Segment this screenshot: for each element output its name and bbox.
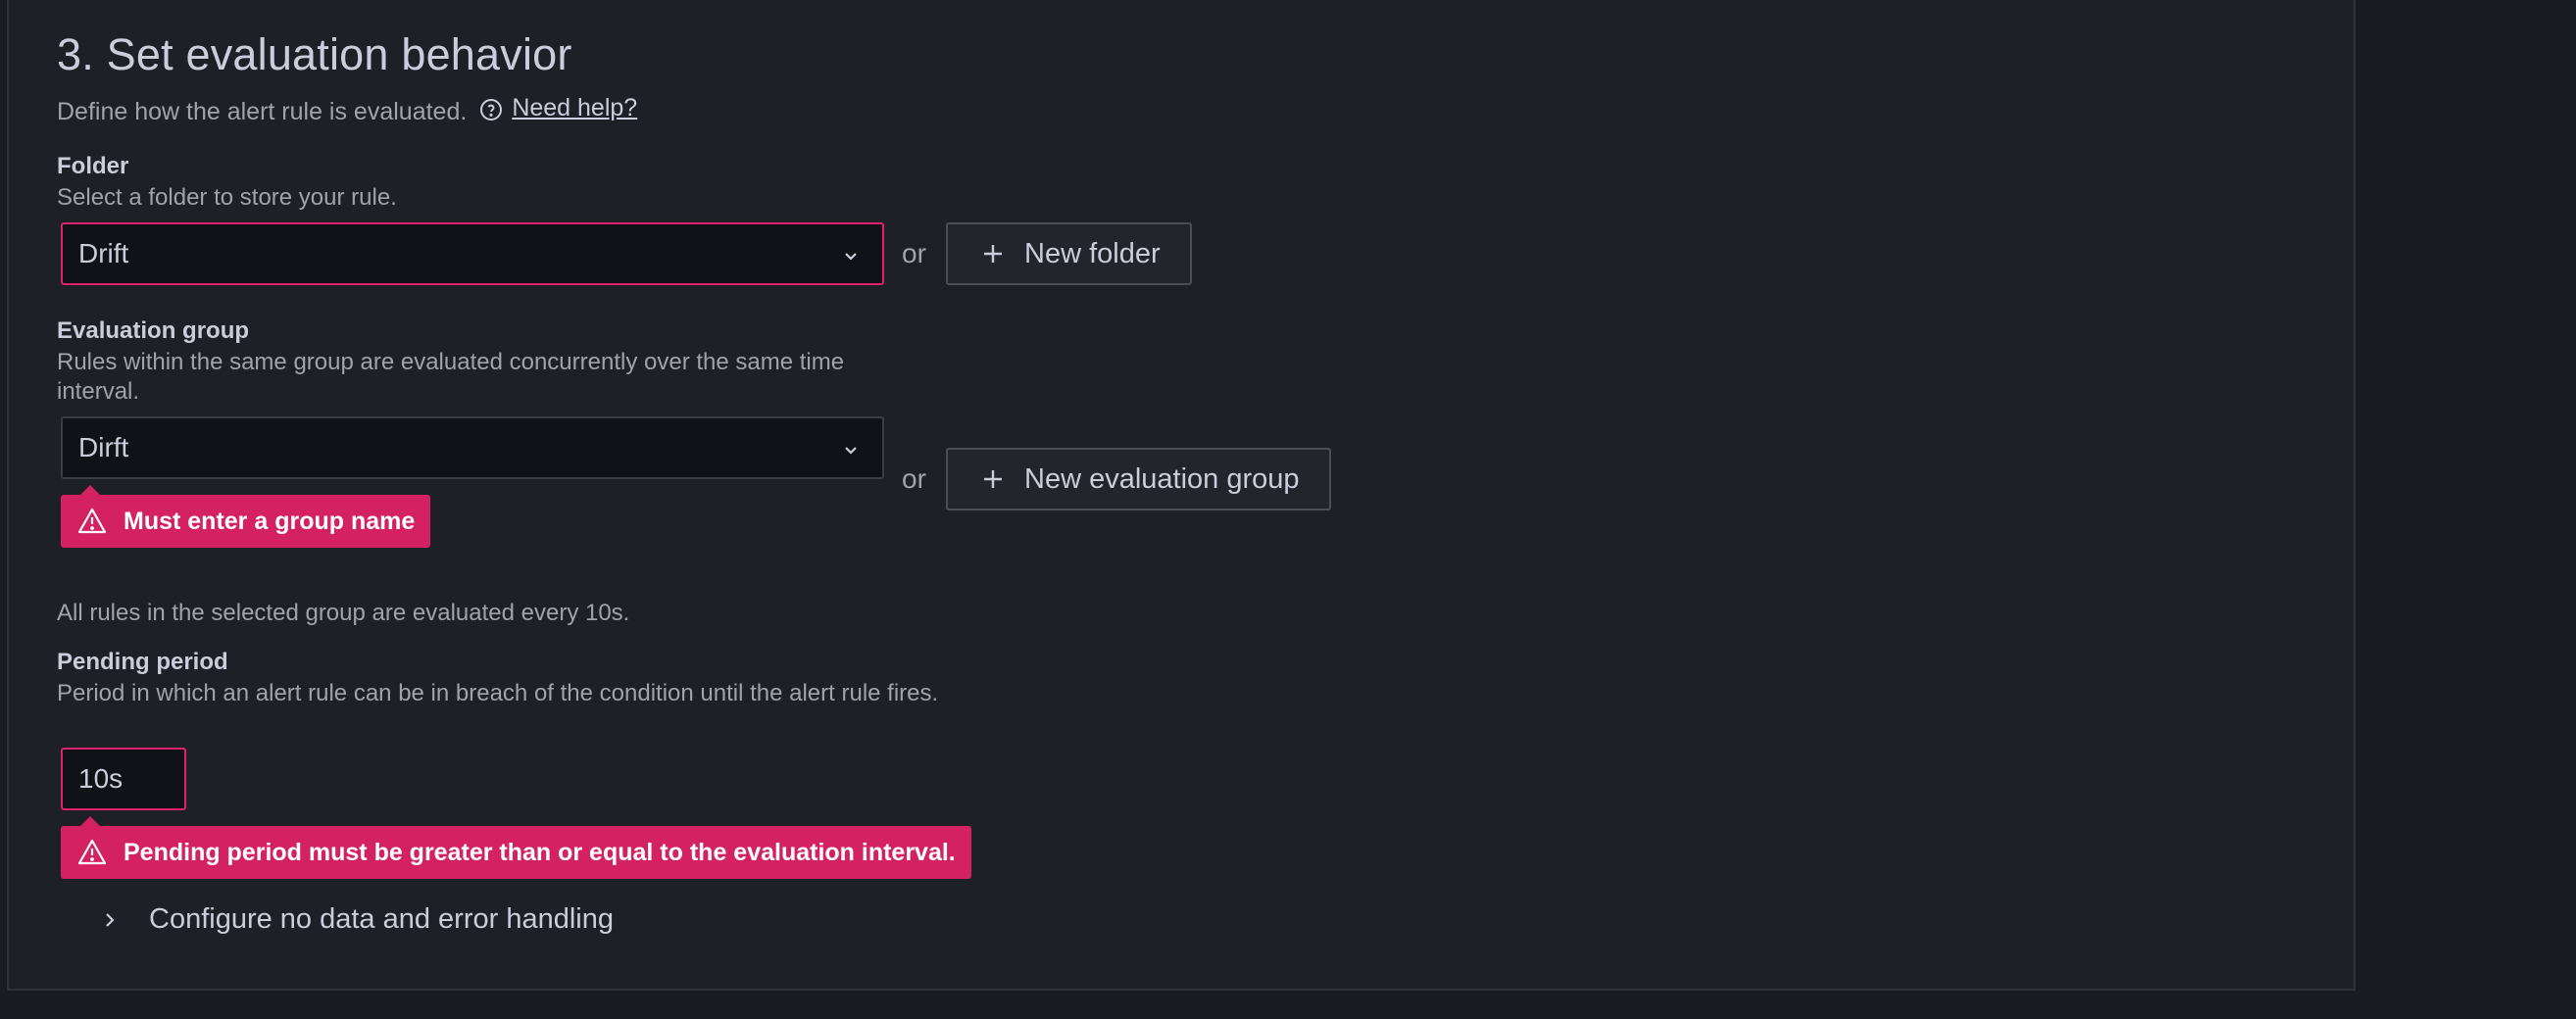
need-help-link[interactable]: Need help? bbox=[512, 94, 637, 122]
folder-select[interactable]: Drift bbox=[61, 222, 884, 285]
evaluation-group-select[interactable]: Dirft bbox=[61, 416, 884, 479]
folder-description: Select a folder to store your rule. bbox=[57, 184, 397, 211]
pending-period-error: Pending period must be greater than or e… bbox=[61, 816, 971, 879]
folder-or-text: or bbox=[902, 238, 926, 268]
warning-icon bbox=[76, 837, 108, 868]
new-evaluation-group-button[interactable]: New evaluation group bbox=[946, 448, 1331, 510]
plus-icon bbox=[981, 467, 1005, 491]
section-subtitle: Define how the alert rule is evaluated. bbox=[57, 98, 468, 125]
evaluation-interval-note: All rules in the selected group are eval… bbox=[57, 600, 630, 626]
new-evaluation-group-label: New evaluation group bbox=[1024, 462, 1300, 495]
pending-period-description: Period in which an alert rule can be in … bbox=[57, 680, 939, 706]
folder-select-value: Drift bbox=[78, 238, 129, 268]
evaluation-group-error-text: Must enter a group name bbox=[124, 507, 416, 535]
evaluation-group-description: Rules within the same group are evaluate… bbox=[57, 349, 845, 405]
chevron-right-icon bbox=[100, 910, 120, 930]
question-circle-icon[interactable] bbox=[478, 97, 504, 122]
new-folder-label: New folder bbox=[1024, 237, 1161, 269]
section-subtitle-row: Define how the alert rule is evaluated. … bbox=[57, 94, 637, 126]
no-data-error-handling-toggle[interactable]: Configure no data and error handling bbox=[100, 903, 614, 936]
chevron-down-icon bbox=[841, 246, 861, 266]
warning-icon bbox=[76, 506, 108, 537]
new-folder-button[interactable]: New folder bbox=[946, 222, 1192, 285]
folder-label: Folder bbox=[57, 153, 129, 179]
chevron-down-icon bbox=[841, 440, 861, 460]
no-data-error-handling-label: Configure no data and error handling bbox=[149, 903, 614, 935]
evaluation-group-or-text: or bbox=[902, 463, 926, 494]
section-title: 3. Set evaluation behavior bbox=[57, 29, 572, 79]
pending-period-input[interactable] bbox=[61, 748, 186, 810]
evaluation-group-error: Must enter a group name bbox=[61, 485, 431, 548]
pending-period-error-text: Pending period must be greater than or e… bbox=[124, 838, 956, 866]
evaluation-group-select-value: Dirft bbox=[78, 432, 129, 462]
evaluation-group-label: Evaluation group bbox=[57, 317, 250, 344]
evaluation-behavior-panel: 3. Set evaluation behavior Define how th… bbox=[7, 0, 2355, 991]
plus-icon bbox=[981, 242, 1005, 266]
pending-period-label: Pending period bbox=[57, 649, 228, 675]
